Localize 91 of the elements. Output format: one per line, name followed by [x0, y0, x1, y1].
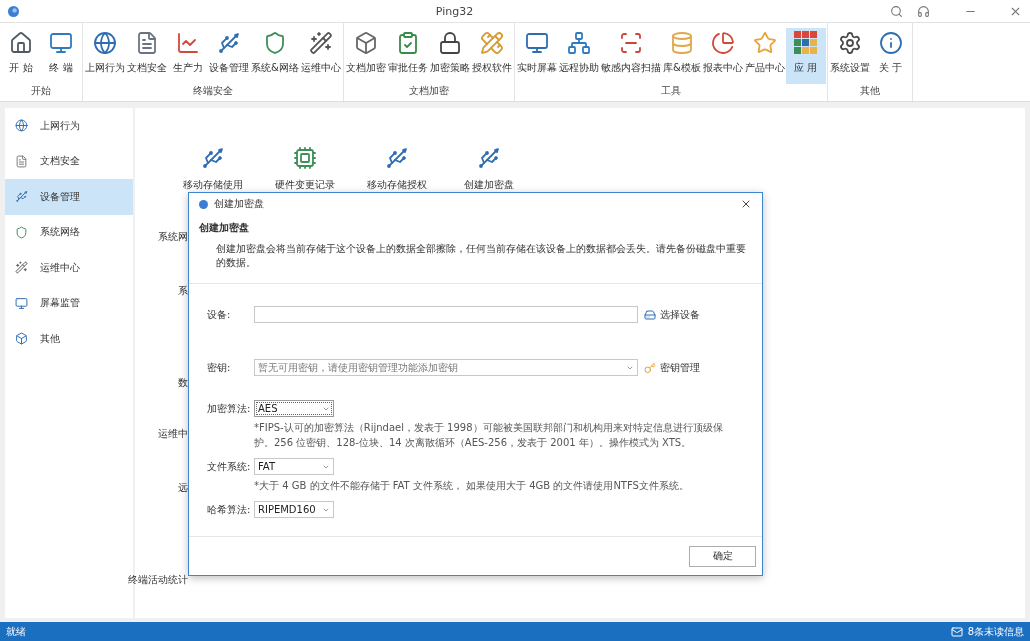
dropdown-field[interactable]: AES [254, 400, 334, 417]
ribbon-button[interactable]: 设备管理 [208, 28, 250, 84]
dropdown-field[interactable]: FAT [254, 458, 334, 475]
ribbon-button[interactable]: 库&模板 [661, 28, 702, 84]
padlock-icon [437, 31, 462, 55]
line-chart-icon [176, 31, 200, 55]
ribbon-button[interactable]: 开 始 [1, 28, 41, 84]
feature-label[interactable]: 系 [178, 284, 188, 298]
ribbon-button[interactable]: 系统&网络 [250, 28, 300, 84]
device-field[interactable] [254, 306, 638, 323]
dropdown-field[interactable]: RIPEMD160 [254, 501, 334, 518]
sidebar-item[interactable]: 其他 [5, 321, 133, 357]
ruler-pencil-icon [479, 31, 504, 55]
ribbon-button[interactable]: 远程协助 [557, 28, 600, 84]
info-icon [878, 31, 903, 55]
ribbon-button[interactable]: 终 端 [41, 28, 81, 84]
app-logo-icon [199, 199, 208, 209]
search-icon[interactable] [890, 4, 903, 18]
sidebar-item[interactable]: 设备管理 [5, 179, 133, 215]
sidebar-item[interactable]: 系统网络 [5, 214, 133, 250]
app-logo-icon [8, 5, 19, 17]
group-label: 终端安全 [191, 84, 234, 98]
magic-wand-icon [308, 31, 333, 55]
sidebar-item[interactable]: 屏幕监管 [5, 285, 133, 321]
sidebar-item[interactable]: 运维中心 [5, 250, 133, 286]
close-icon[interactable] [740, 198, 752, 210]
drive-icon [644, 308, 656, 321]
key-icon [644, 361, 656, 374]
ribbon-button[interactable]: 文档加密 [344, 28, 387, 84]
dialog-heading: 创建加密盘 [199, 221, 250, 235]
ribbon-button[interactable]: 报表中心 [701, 28, 744, 84]
ribbon-button[interactable]: 授权软件 [470, 28, 513, 84]
ribbon-button[interactable]: 产品中心 [743, 28, 786, 84]
shield-icon [15, 225, 28, 239]
dialog-description: 创建加密盘会将当前存储于这个设备上的数据全部擦除，任何当前存储在该设备上的数据都会丢失。请先备份磁盘中重要的数据。 [215, 242, 747, 270]
ribbon-button[interactable]: 应 用 [785, 28, 826, 84]
database-icon [669, 31, 694, 55]
network-icon [566, 31, 591, 55]
monitor-icon [524, 31, 549, 55]
feature-label[interactable]: 运维中 [158, 427, 188, 441]
feature-label[interactable]: 远 [178, 481, 188, 495]
sidebar-item[interactable]: 文档安全 [5, 143, 133, 179]
home-icon [9, 31, 33, 55]
magic-wand-icon [15, 261, 28, 275]
usb-drive-icon [217, 31, 241, 55]
app-grid-icon [793, 31, 818, 55]
dialog-title: 创建加密盘 [214, 197, 265, 211]
feature-label[interactable]: 数 [178, 376, 188, 390]
ok-button[interactable]: 确定 [689, 545, 756, 567]
ribbon-button[interactable]: 敏感内容扫描 [599, 28, 662, 84]
window-title: Ping32 [434, 4, 475, 18]
ribbon-button[interactable]: 关 于 [870, 28, 911, 84]
cube-icon [15, 332, 28, 346]
dropdown-field[interactable]: 暂无可用密钥，请使用密钥管理功能添加密钥 [254, 359, 638, 376]
gear-icon [837, 31, 862, 55]
headset-icon[interactable] [917, 4, 930, 18]
field-label: 加密算法: [207, 401, 252, 416]
feature-label[interactable]: 终端活动统计 [128, 573, 188, 587]
status-text: 就绪 [6, 624, 27, 639]
field-note: *大于 4 GB 的文件不能存储于 FAT 文件系统， 如果使用大于 4GB 的文件请使用NTFS文件系统。 [253, 479, 690, 493]
ribbon-button[interactable]: 系统设置 [828, 28, 871, 84]
sidebar-item[interactable]: 上网行为 [5, 108, 133, 144]
field-label: 文件系统: [207, 459, 252, 474]
ribbon-button[interactable]: 审批任务 [386, 28, 429, 84]
feature-tile[interactable]: 移动存储使用 [167, 146, 259, 192]
ribbon-button[interactable]: 加密策略 [428, 28, 471, 84]
star-icon [752, 31, 777, 55]
field-label: 哈希算法: [207, 502, 252, 517]
group-label: 其他 [858, 84, 881, 98]
feature-label[interactable]: 系统网 [158, 230, 188, 244]
action-link[interactable]: 选择设备 [644, 307, 700, 322]
feature-tile[interactable]: 创建加密盘 [443, 146, 535, 192]
group-label: 开始 [30, 84, 52, 98]
field-label: 设备: [207, 307, 232, 322]
group-label: 文档加密 [407, 84, 450, 98]
ribbon-button[interactable]: 运维中心 [299, 28, 342, 84]
group-label: 工具 [659, 84, 682, 98]
ribbon-button[interactable]: 生产力 [168, 28, 208, 84]
field-label: 密钥: [207, 360, 232, 375]
feature-tile[interactable]: 硬件变更记录 [259, 146, 351, 192]
unread-messages[interactable]: 8条未读信息 [967, 624, 1024, 639]
field-note: *FIPS-认可的加密算法（Rijndael，发表于 1998）可能被美国联邦部门和机构用来对特定信息进行顶级保护。256 位密钥、128-位块、14 次离散循环（AES-256，发表于 2001 年）。操作模式为 XTS。 [253, 421, 724, 450]
mail-icon[interactable] [950, 625, 963, 638]
feature-tile[interactable]: 移动存储授权 [351, 146, 443, 192]
ribbon-button[interactable]: 文档安全 [126, 28, 168, 84]
action-link[interactable]: 密钥管理 [644, 360, 700, 375]
ribbon-button[interactable]: 实时屏幕 [515, 28, 558, 84]
monitor-icon [15, 296, 28, 310]
ribbon-button[interactable]: 上网行为 [84, 28, 126, 84]
pie-chart-icon [710, 31, 735, 55]
usb-drive-icon [15, 190, 28, 204]
